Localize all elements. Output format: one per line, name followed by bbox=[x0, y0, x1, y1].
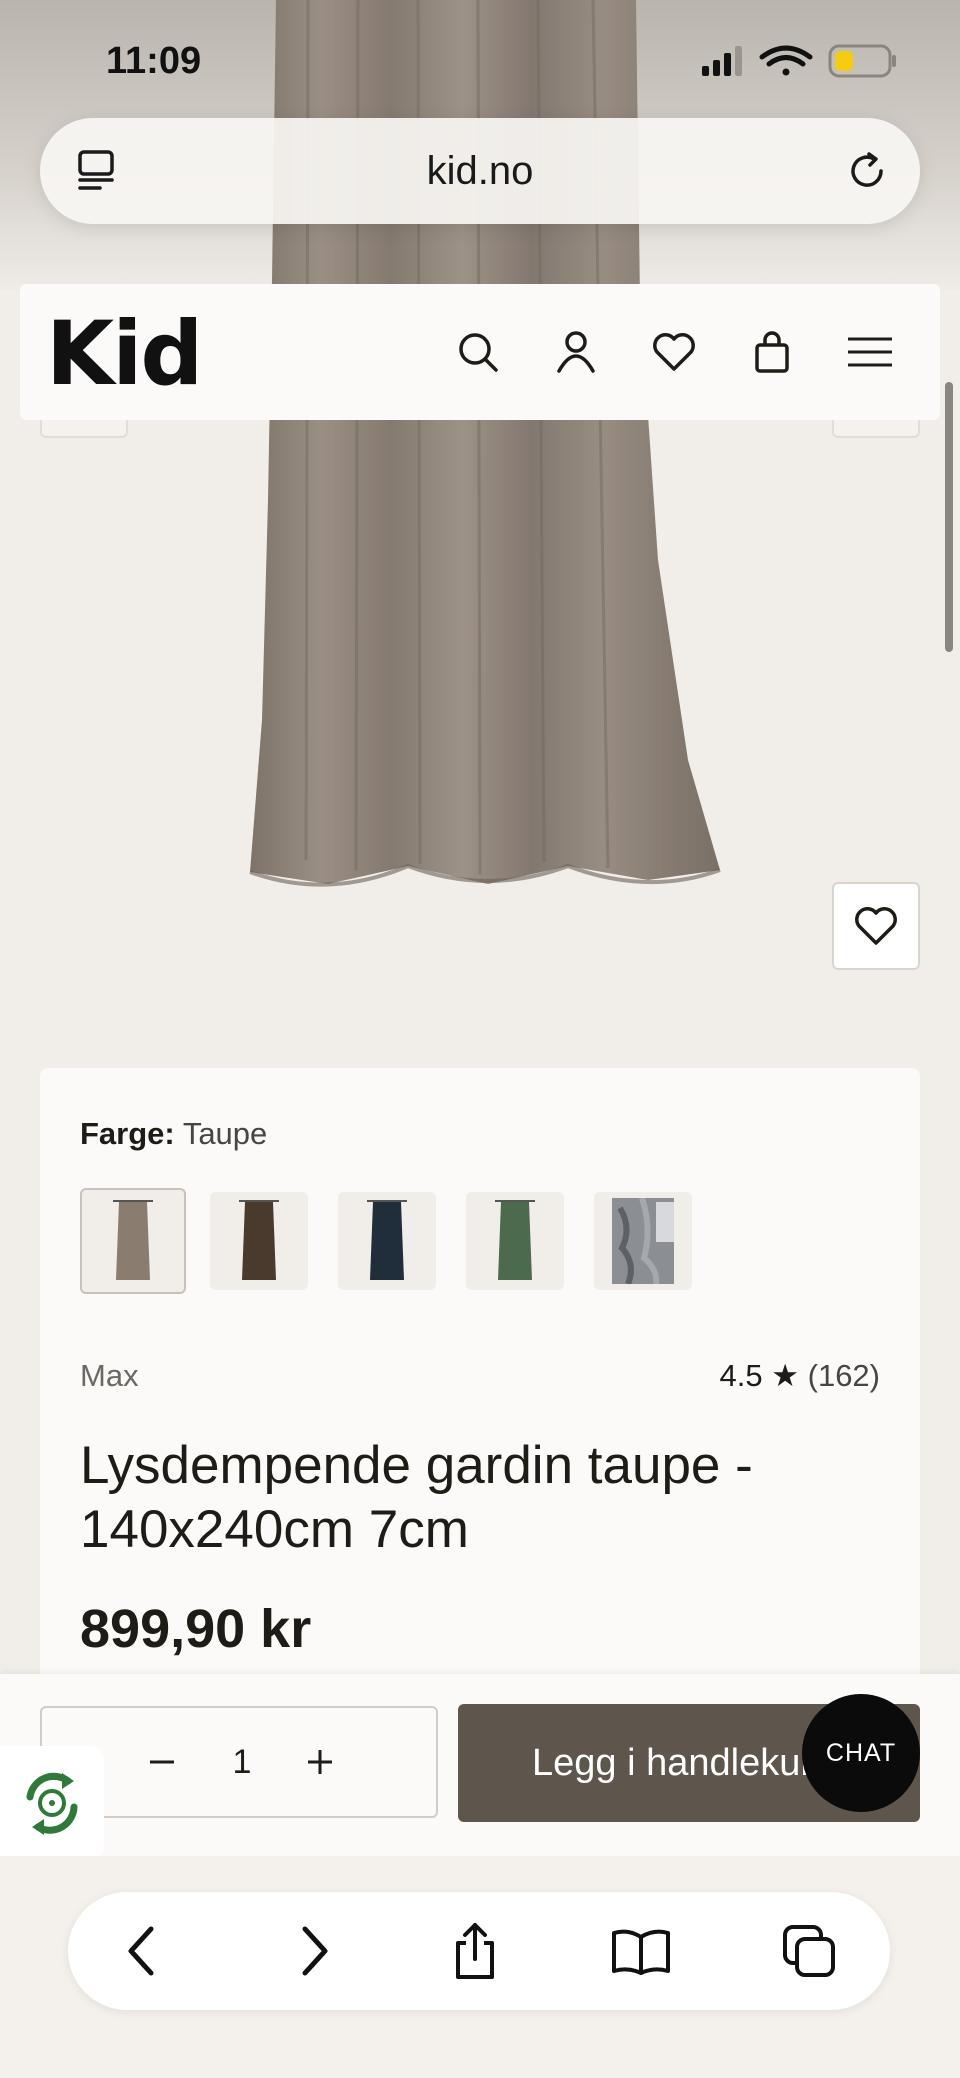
heart-icon bbox=[653, 333, 695, 371]
reload-icon[interactable] bbox=[844, 148, 890, 194]
header-account-button[interactable] bbox=[546, 322, 606, 382]
review-count: (162) bbox=[807, 1358, 880, 1393]
browser-back-button[interactable] bbox=[110, 1918, 176, 1984]
swatch-navy[interactable] bbox=[338, 1192, 436, 1290]
browser-url-bar[interactable]: kid.no bbox=[40, 118, 920, 224]
swatch-grey[interactable] bbox=[594, 1192, 692, 1290]
swatch-green[interactable] bbox=[466, 1192, 564, 1290]
product-brand[interactable]: Max bbox=[80, 1358, 139, 1394]
browser-share-button[interactable] bbox=[442, 1918, 508, 1984]
curtain-thumbnail bbox=[367, 1200, 407, 1280]
scroll-indicator bbox=[945, 382, 953, 652]
wifi-icon bbox=[759, 45, 813, 76]
recycle-icon bbox=[26, 1772, 78, 1835]
plus-icon[interactable] bbox=[300, 1742, 340, 1782]
book-icon bbox=[612, 1929, 670, 1975]
browser-forward-button[interactable] bbox=[280, 1918, 346, 1984]
site-logo[interactable]: Kid bbox=[46, 302, 203, 405]
sustainability-badge[interactable] bbox=[0, 1746, 104, 1860]
browser-bookmarks-button[interactable] bbox=[608, 1918, 674, 1984]
swatch-brown[interactable] bbox=[210, 1192, 308, 1290]
product-title: Lysdempende gardin taupe - 140x240cm 7cm bbox=[80, 1436, 753, 1559]
chat-button[interactable]: CHAT bbox=[802, 1694, 920, 1812]
url-text[interactable]: kid.no bbox=[40, 118, 920, 224]
color-label: Farge: bbox=[80, 1116, 175, 1151]
user-icon bbox=[557, 331, 595, 373]
header-menu-button[interactable] bbox=[840, 322, 900, 382]
status-time: 11:09 bbox=[106, 40, 202, 82]
header-wishlist-button[interactable] bbox=[644, 322, 704, 382]
share-icon bbox=[456, 1923, 494, 1979]
product-price: 899,90 kr bbox=[80, 1599, 312, 1659]
fabric-thumbnail bbox=[612, 1198, 674, 1284]
signal-icon bbox=[702, 46, 742, 76]
status-icons bbox=[702, 44, 896, 78]
color-selection-label: Farge: Taupe bbox=[80, 1116, 267, 1152]
curtain-thumbnail bbox=[239, 1200, 279, 1280]
product-rating[interactable]: 4.5 ★ (162) bbox=[720, 1358, 881, 1394]
minus-icon[interactable] bbox=[142, 1742, 182, 1782]
site-header: Kid bbox=[20, 284, 940, 420]
curtain-thumbnail bbox=[113, 1200, 153, 1280]
status-bar: 11:09 bbox=[0, 0, 960, 120]
header-search-button[interactable] bbox=[448, 322, 508, 382]
rating-value: 4.5 ★ bbox=[719, 1358, 800, 1393]
browser-tabs-button[interactable] bbox=[776, 1918, 842, 1984]
shopping-bag-icon bbox=[755, 331, 789, 373]
forward-chevron-icon bbox=[302, 1926, 328, 1976]
heart-icon bbox=[855, 907, 897, 945]
tabs-icon bbox=[783, 1925, 835, 1977]
browser-toolbar bbox=[68, 1892, 890, 2010]
header-cart-button[interactable] bbox=[742, 322, 802, 382]
battery-icon bbox=[828, 44, 896, 78]
image-favorite-button[interactable] bbox=[832, 882, 920, 970]
back-chevron-icon bbox=[128, 1926, 154, 1976]
quantity-value[interactable]: 1 bbox=[222, 1708, 262, 1816]
curtain-thumbnail bbox=[495, 1200, 535, 1280]
hamburger-menu-icon bbox=[848, 337, 892, 367]
search-icon bbox=[459, 333, 498, 372]
swatch-taupe[interactable] bbox=[80, 1188, 186, 1294]
color-value: Taupe bbox=[182, 1116, 268, 1151]
page-menu-icon[interactable] bbox=[74, 148, 120, 194]
add-to-cart-label: Legg i handlekurv bbox=[532, 1742, 832, 1784]
